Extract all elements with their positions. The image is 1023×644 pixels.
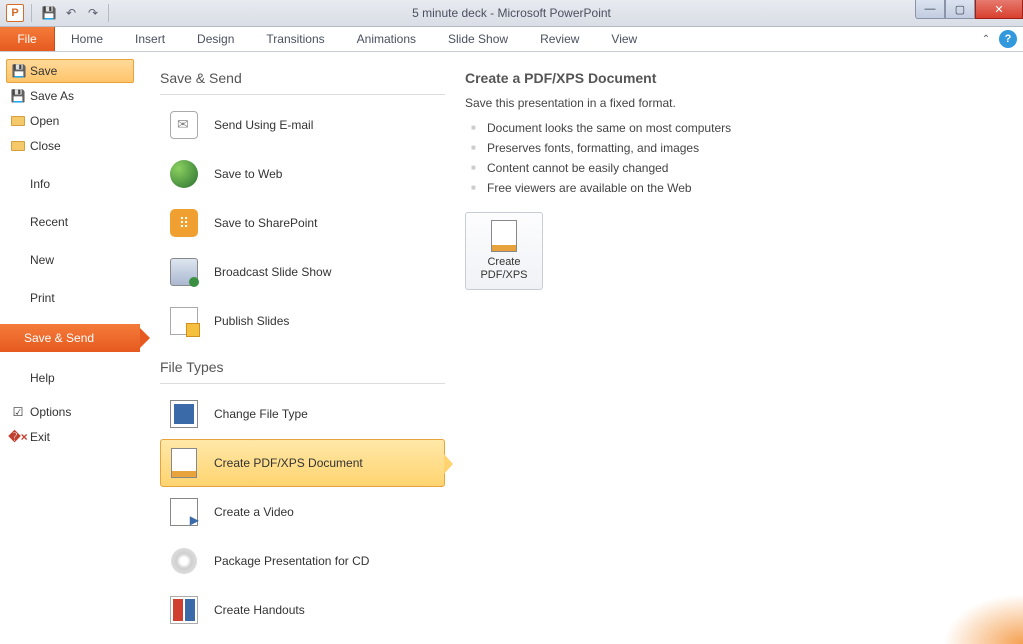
envelope-icon (168, 109, 200, 141)
close-window-button[interactable]: ✕ (975, 0, 1023, 19)
nav-label: Close (30, 139, 61, 153)
open-icon (10, 113, 26, 129)
detail-bullets: Document looks the same on most computer… (465, 118, 1023, 198)
bullet-item: Preserves fonts, formatting, and images (465, 138, 1023, 158)
nav-options[interactable]: ☑ Options (6, 400, 134, 424)
tab-design[interactable]: Design (181, 27, 250, 51)
item-send-email[interactable]: Send Using E-mail (160, 101, 445, 149)
handouts-icon (168, 594, 200, 626)
nav-save-send[interactable]: Save & Send (0, 324, 140, 352)
window-title: 5 minute deck - Microsoft PowerPoint (0, 6, 1023, 20)
nav-new[interactable]: New (6, 248, 134, 272)
nav-exit[interactable]: �× Exit (6, 425, 134, 449)
item-label: Save to SharePoint (214, 216, 317, 230)
file-tab[interactable]: File (0, 27, 55, 51)
item-create-pdf-xps[interactable]: Create PDF/XPS Document (160, 439, 445, 487)
exit-icon: �× (10, 429, 26, 445)
nav-info[interactable]: Info (6, 172, 134, 196)
item-create-handouts[interactable]: Create Handouts (160, 586, 445, 634)
options-icon: ☑ (10, 404, 26, 420)
ribbon-tabs: File Home Insert Design Transitions Anim… (0, 27, 1023, 52)
tab-view[interactable]: View (595, 27, 653, 51)
nav-save[interactable]: 💾 Save (6, 59, 134, 83)
globe-icon (168, 158, 200, 190)
item-change-file-type[interactable]: Change File Type (160, 390, 445, 438)
detail-title: Create a PDF/XPS Document (465, 70, 1023, 86)
item-publish-slides[interactable]: Publish Slides (160, 297, 445, 345)
tab-insert[interactable]: Insert (119, 27, 181, 51)
tab-review[interactable]: Review (524, 27, 595, 51)
qat-save-icon[interactable]: 💾 (39, 3, 59, 23)
tab-transitions[interactable]: Transitions (250, 27, 340, 51)
item-create-video[interactable]: Create a Video (160, 488, 445, 536)
item-label: Broadcast Slide Show (214, 265, 331, 279)
bullet-item: Free viewers are available on the Web (465, 178, 1023, 198)
nav-label: Exit (30, 430, 50, 444)
backstage-left-nav: 💾 Save 💾 Save As Open Close Info Recent … (0, 52, 140, 644)
item-label: Create a Video (214, 505, 294, 519)
pdf-doc-icon (168, 447, 200, 479)
button-line2: PDF/XPS (480, 269, 527, 281)
nav-recent[interactable]: Recent (6, 210, 134, 234)
item-label: Create PDF/XPS Document (214, 456, 363, 470)
detail-pane: Create a PDF/XPS Document Save this pres… (445, 70, 1023, 644)
minimize-button[interactable]: ― (915, 0, 945, 19)
bullet-item: Document looks the same on most computer… (465, 118, 1023, 138)
item-broadcast[interactable]: Broadcast Slide Show (160, 248, 445, 296)
sharepoint-icon: ⠿ (168, 207, 200, 239)
nav-label: Save As (30, 89, 74, 103)
close-file-icon (10, 138, 26, 154)
minimize-ribbon-icon[interactable]: ⌃ (977, 30, 995, 48)
create-pdf-xps-button[interactable]: Create PDF/XPS (465, 212, 543, 290)
video-icon (168, 496, 200, 528)
item-label: Publish Slides (214, 314, 289, 328)
nav-print[interactable]: Print (6, 286, 134, 310)
nav-label: Open (30, 114, 59, 128)
item-save-web[interactable]: Save to Web (160, 150, 445, 198)
save-send-column: Save & Send Send Using E-mail Save to We… (160, 70, 445, 644)
tab-animations[interactable]: Animations (341, 27, 432, 51)
nav-help[interactable]: Help (6, 366, 134, 390)
item-label: Save to Web (214, 167, 282, 181)
backstage-view: 💾 Save 💾 Save As Open Close Info Recent … (0, 52, 1023, 644)
item-label: Send Using E-mail (214, 118, 313, 132)
nav-label: Options (30, 405, 71, 419)
qat-redo-icon[interactable]: ↷ (83, 3, 103, 23)
item-label: Create Handouts (214, 603, 305, 617)
nav-save-as[interactable]: 💾 Save As (6, 84, 134, 108)
save-as-icon: 💾 (10, 88, 26, 104)
qat-undo-icon[interactable]: ↶ (61, 3, 81, 23)
item-label: Change File Type (214, 407, 308, 421)
detail-subtitle: Save this presentation in a fixed format… (465, 96, 1023, 110)
save-icon: 💾 (11, 63, 27, 79)
button-line1: Create (487, 256, 520, 268)
tab-slideshow[interactable]: Slide Show (432, 27, 524, 51)
cd-icon (168, 545, 200, 577)
maximize-button[interactable]: ▢ (945, 0, 975, 19)
item-save-sharepoint[interactable]: ⠿ Save to SharePoint (160, 199, 445, 247)
section-file-types-title: File Types (160, 359, 445, 375)
app-icon: P (6, 4, 24, 22)
quick-access-toolbar: 💾 ↶ ↷ (39, 3, 112, 23)
help-icon[interactable]: ? (999, 30, 1017, 48)
pdf-button-icon (491, 220, 517, 252)
broadcast-icon (168, 256, 200, 288)
title-bar: P 💾 ↶ ↷ 5 minute deck - Microsoft PowerP… (0, 0, 1023, 27)
bullet-item: Content cannot be easily changed (465, 158, 1023, 178)
nav-label: Save (30, 64, 57, 78)
tab-home[interactable]: Home (55, 27, 119, 51)
nav-label: Save & Send (24, 331, 94, 345)
nav-open[interactable]: Open (6, 109, 134, 133)
nav-close[interactable]: Close (6, 134, 134, 158)
publish-icon (168, 305, 200, 337)
item-package-cd[interactable]: Package Presentation for CD (160, 537, 445, 585)
change-filetype-icon (168, 398, 200, 430)
section-save-send-title: Save & Send (160, 70, 445, 86)
item-label: Package Presentation for CD (214, 554, 369, 568)
